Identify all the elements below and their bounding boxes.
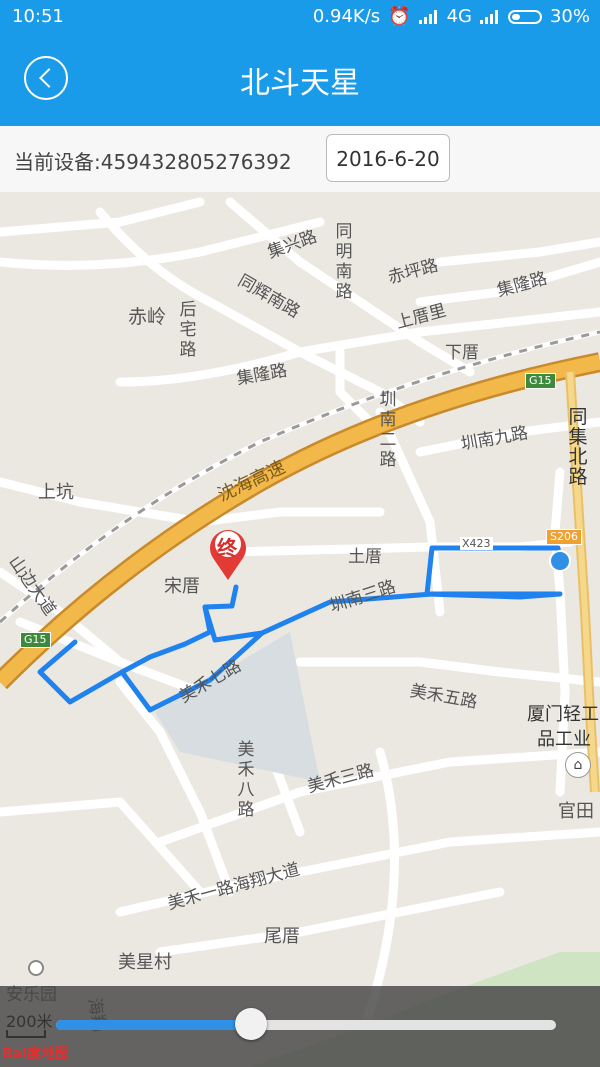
device-bar: 当前设备:459432805276392 2016-6-20: [0, 126, 600, 193]
place-label-pingongye: 品工业: [537, 729, 591, 750]
road-shield-x423: X423: [460, 537, 493, 550]
playback-slider-thumb[interactable]: [235, 1008, 267, 1040]
place-label-weicuo: 尾厝: [264, 926, 300, 947]
place-label-guantian: 官田: [558, 801, 594, 822]
baidu-map-logo: Bai度地图: [2, 1046, 69, 1062]
place-label-chiling: 赤岭: [128, 306, 167, 328]
road-label-houzhai: 后宅路: [179, 300, 197, 360]
map-roads: [0, 197, 600, 1067]
playback-slider-track[interactable]: [56, 1020, 556, 1030]
network-speed: 0.94K/s: [312, 6, 381, 27]
place-label-songcuo: 宋厝: [164, 576, 200, 597]
alarm-icon: ⏰: [388, 6, 411, 27]
status-bar: 10:51 0.94K/s ⏰ 4G 30%: [0, 0, 600, 34]
device-label: 当前设备:459432805276392: [14, 150, 292, 174]
map-scale-bar: [6, 1030, 46, 1038]
signal-icon: [418, 9, 439, 24]
playback-slider-fill: [56, 1020, 251, 1030]
factory-icon: ⌂: [565, 752, 591, 778]
place-label-xiacuo: 下厝: [445, 343, 479, 363]
map-scale-label: 200米: [6, 1012, 53, 1031]
status-time: 10:51: [12, 6, 64, 27]
signal-icon-2: [479, 9, 500, 24]
location-dot-icon: [28, 960, 44, 976]
place-label-xiamen: 厦门轻工: [527, 704, 599, 725]
map-view[interactable]: 集兴路 同明南路 赤坪路 集隆路 同辉南路 赤岭 后宅路 上厝里 下厝 集隆路 …: [0, 192, 600, 1067]
road-label-tongming: 同明南路: [335, 222, 353, 302]
highway-shield: G15: [525, 373, 556, 389]
end-marker[interactable]: 终: [205, 522, 251, 582]
network-type: 4G: [446, 6, 472, 27]
place-label-shangkeng: 上坑: [38, 482, 74, 503]
playback-bar: [0, 986, 600, 1067]
place-label-tucuo: 土厝: [348, 547, 382, 567]
status-icons: 0.94K/s ⏰ 4G 30%: [313, 6, 590, 27]
date-picker-button[interactable]: 2016-6-20: [326, 134, 450, 182]
highway-shield-2: G15: [20, 632, 51, 648]
road-label-zhennan2: 圳南二路: [379, 390, 397, 470]
battery-level: 30%: [549, 6, 590, 27]
app-header: 北斗天星: [0, 34, 600, 126]
place-label-meixing: 美星村: [118, 952, 172, 973]
page-title: 北斗天星: [240, 66, 360, 101]
road-shield-s206: S206: [546, 529, 582, 545]
road-label-tongji: 同集北路: [568, 406, 588, 488]
end-marker-label: 终: [217, 536, 237, 560]
road-label-meihe8: 美禾八路: [237, 740, 255, 820]
battery-icon: [507, 9, 542, 24]
